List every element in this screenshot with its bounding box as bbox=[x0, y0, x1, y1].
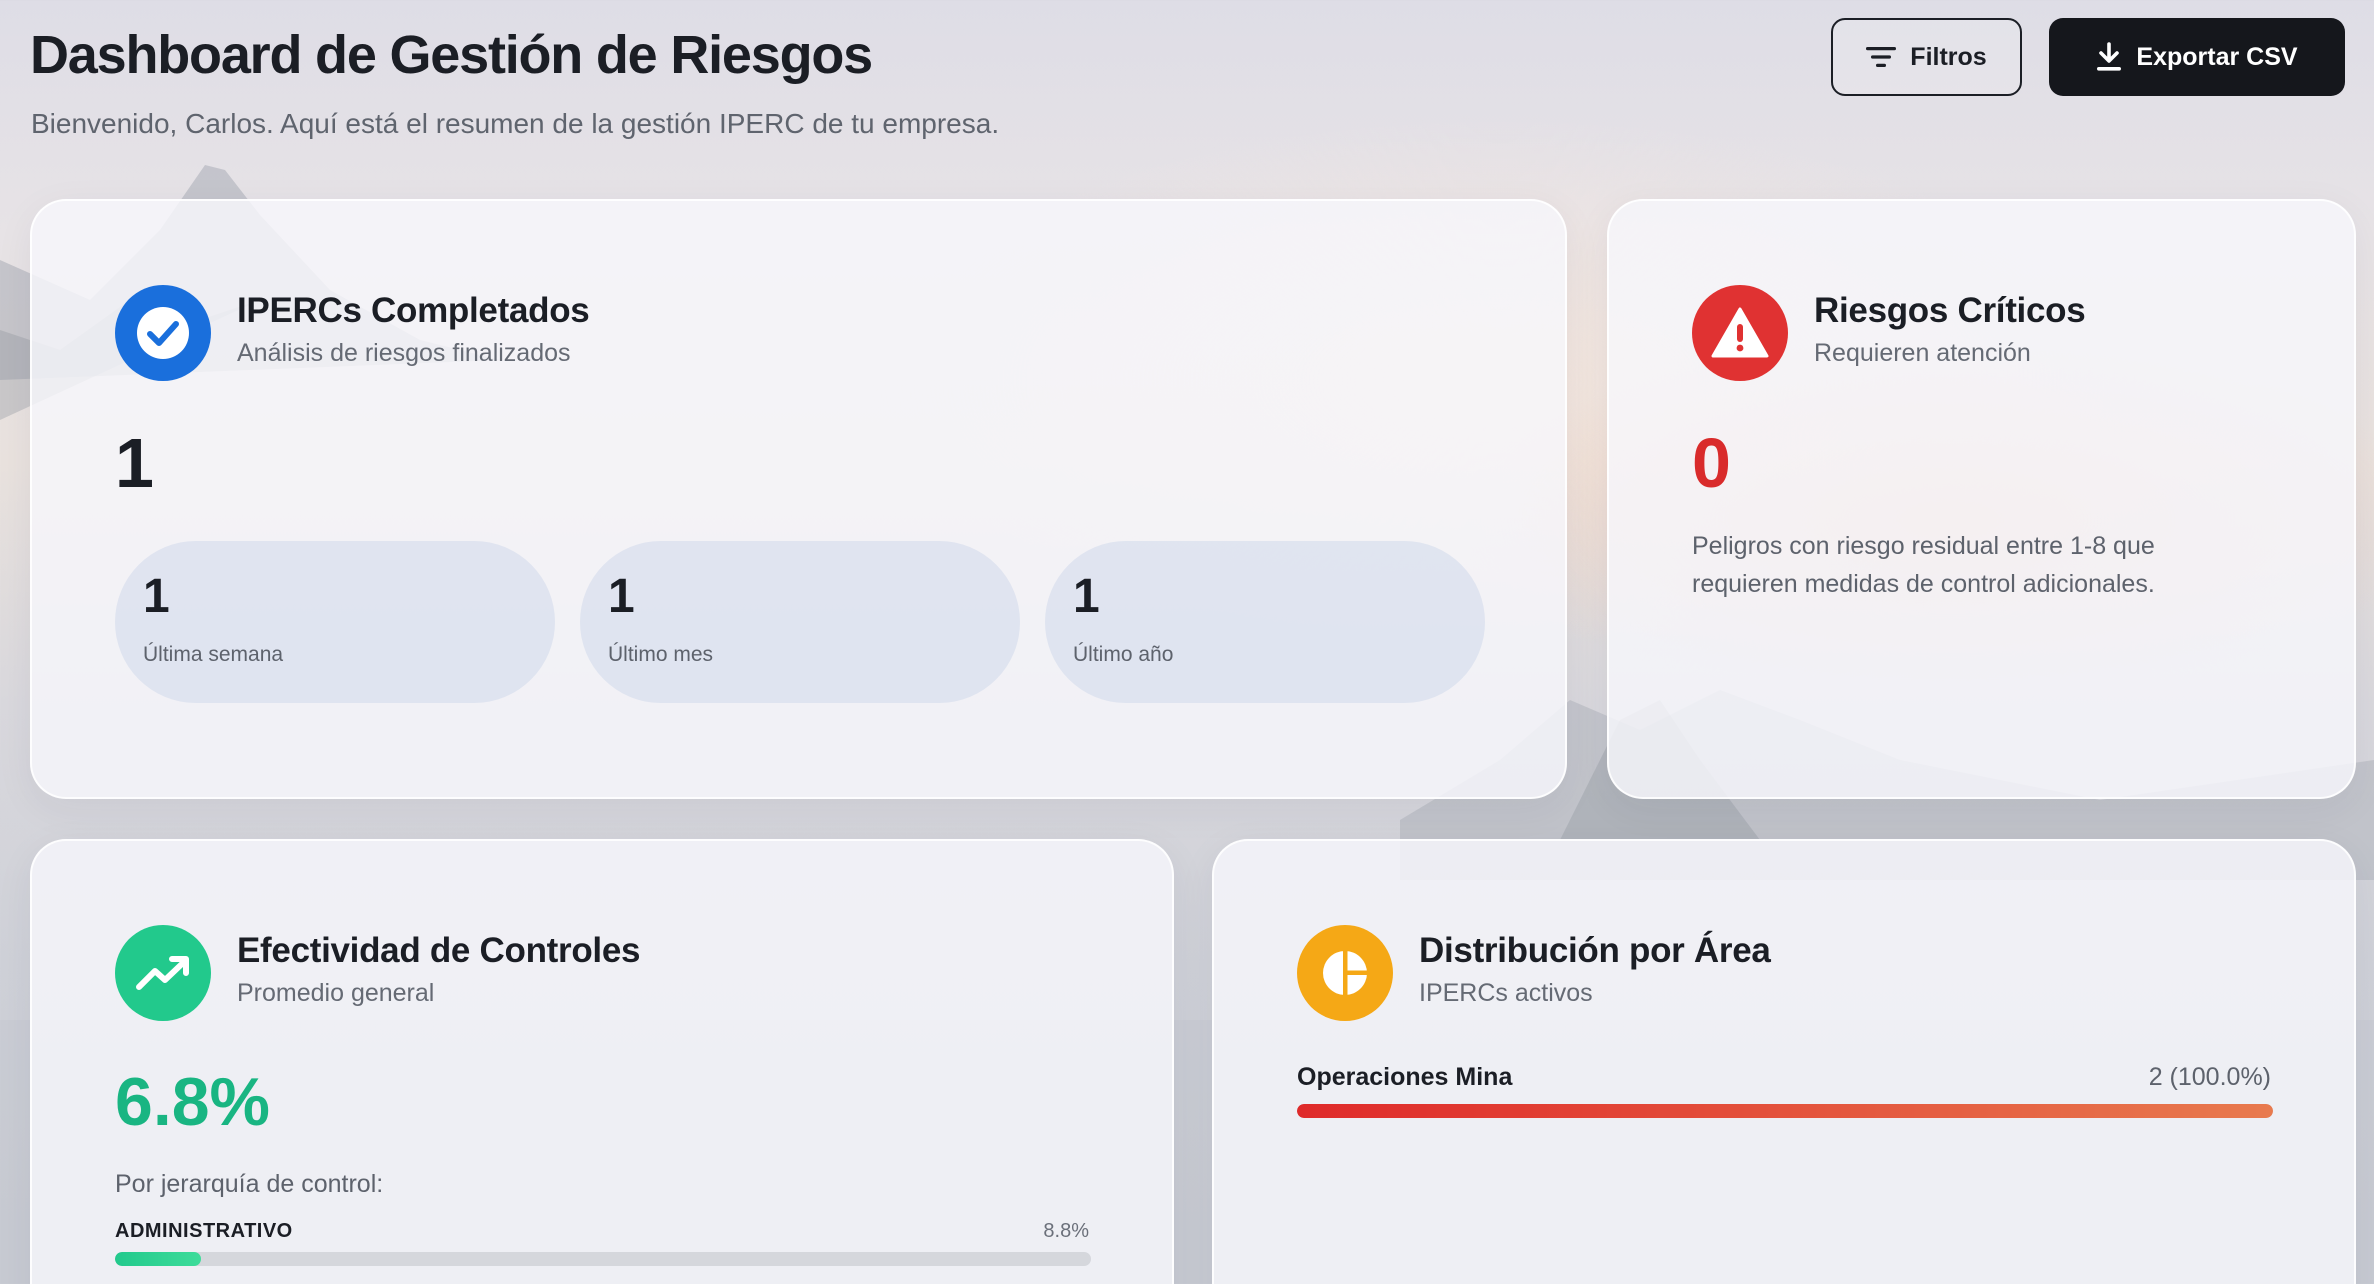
critical-risks-card: Riesgos Críticos Requieren atención 0 Pe… bbox=[1607, 199, 2356, 799]
page-title: Dashboard de Gestión de Riesgos bbox=[30, 25, 873, 85]
area-progress-bar bbox=[1297, 1104, 2273, 1118]
control-row-label: ADMINISTRATIVO bbox=[115, 1220, 293, 1242]
card-title: Efectividad de Controles bbox=[237, 931, 641, 970]
card-description: Análisis de riesgos finalizados bbox=[237, 339, 571, 367]
control-progress-fill bbox=[115, 1252, 201, 1266]
area-distribution-card: Distribución por Área IPERCs activos Ope… bbox=[1212, 839, 2356, 1284]
controls-effectiveness-card: Efectividad de Controles Promedio genera… bbox=[30, 839, 1174, 1284]
stat-label: Último año bbox=[1073, 643, 1174, 666]
stat-last-year: 1 Último año bbox=[1045, 541, 1485, 703]
download-icon bbox=[2097, 42, 2122, 71]
page-subtitle: Bienvenido, Carlos. Aquí está el resumen… bbox=[31, 108, 1000, 139]
export-csv-button-label: Exportar CSV bbox=[2136, 42, 2298, 71]
filters-button-label: Filtros bbox=[1910, 42, 1987, 71]
filter-icon bbox=[1866, 47, 1897, 67]
card-description: IPERCs activos bbox=[1419, 979, 1593, 1007]
pie-chart-icon bbox=[1297, 925, 1393, 1021]
stat-last-month: 1 Último mes bbox=[580, 541, 1020, 703]
stat-value: 1 bbox=[1073, 570, 1100, 623]
stat-label: Último mes bbox=[608, 643, 714, 666]
hierarchy-label: Por jerarquía de control: bbox=[115, 1170, 384, 1198]
card-description: Promedio general bbox=[237, 979, 435, 1007]
card-title: IPERCs Completados bbox=[237, 291, 590, 330]
trending-up-icon bbox=[115, 925, 211, 1021]
control-progress-bar bbox=[115, 1252, 1091, 1266]
area-progress-fill bbox=[1297, 1104, 2273, 1118]
ipercs-completed-card: IPERCs Completados Análisis de riesgos f… bbox=[30, 199, 1567, 799]
ipercs-total: 1 bbox=[115, 424, 154, 502]
controls-average: 6.8% bbox=[115, 1064, 270, 1140]
filters-button[interactable]: Filtros bbox=[1831, 18, 2022, 96]
stat-last-week: 1 Última semana bbox=[115, 541, 555, 703]
page-header: Dashboard de Gestión de Riesgos Bienveni… bbox=[30, 18, 2345, 148]
card-description: Requieren atención bbox=[1814, 339, 2031, 367]
area-value: 2 (100.0%) bbox=[2148, 1063, 2271, 1091]
area-label: Operaciones Mina bbox=[1297, 1063, 1513, 1091]
control-row-value: 8.8% bbox=[1043, 1220, 1089, 1242]
stat-label: Última semana bbox=[143, 643, 284, 666]
export-csv-button[interactable]: Exportar CSV bbox=[2049, 18, 2345, 96]
check-circle-icon bbox=[115, 285, 211, 381]
warning-triangle-icon bbox=[1692, 285, 1788, 381]
critical-risks-count: 0 bbox=[1692, 424, 1731, 502]
critical-risks-note: Peligros con riesgo residual entre 1-8 q… bbox=[1692, 532, 2155, 598]
card-title: Distribución por Área bbox=[1419, 931, 1771, 970]
stat-value: 1 bbox=[608, 570, 635, 623]
stat-value: 1 bbox=[143, 570, 170, 623]
card-title: Riesgos Críticos bbox=[1814, 291, 2086, 330]
